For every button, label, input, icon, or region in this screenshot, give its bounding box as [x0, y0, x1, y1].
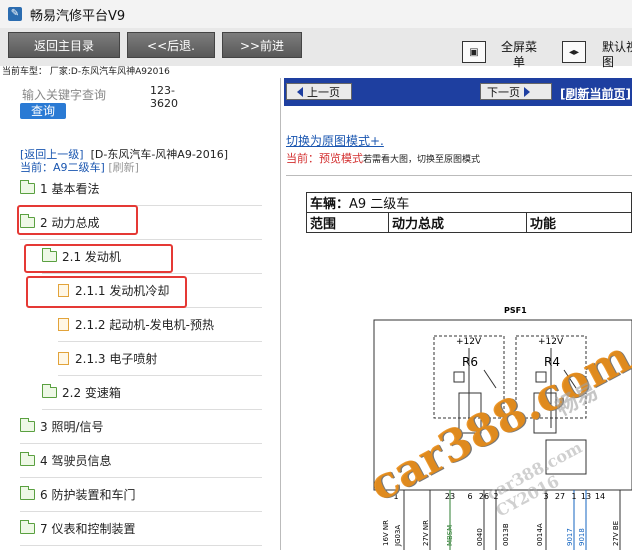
pin-label: 27	[555, 492, 565, 501]
forward-button[interactable]: >>前进	[222, 32, 302, 58]
tree-item[interactable]: 7 仪表和控制装置	[20, 512, 262, 546]
folder-icon	[20, 486, 35, 500]
wire-label: MBSM	[446, 525, 454, 546]
prev-page-button[interactable]: 上一页	[286, 83, 352, 100]
next-page-button[interactable]: 下一页	[480, 83, 552, 100]
up-link[interactable]: [返回上一级]	[20, 148, 84, 161]
breadcrumb-path: [D-东风汽车-风神A9-2016]	[90, 148, 229, 161]
highlight-box	[17, 205, 138, 235]
document-header-table: 车辆：A9 二级车 范围 动力总成 功能	[306, 192, 632, 233]
wire-label: 0013B	[502, 523, 510, 546]
app-title: 畅易汽修平台V9	[30, 8, 126, 24]
folder-icon	[42, 384, 57, 398]
app-icon: ✎	[8, 7, 22, 21]
pin-label: 14	[595, 492, 605, 501]
pin-label: 1	[571, 492, 576, 501]
title-bar: ✎ 畅易汽修平台V9	[0, 0, 632, 28]
document-icon	[58, 318, 69, 331]
tree-item[interactable]: 4 驾驶员信息	[20, 444, 262, 478]
back-button[interactable]: <<后退.	[127, 32, 215, 58]
tree-item[interactable]: 3 照明/信号	[20, 410, 262, 444]
switch-contact	[483, 369, 497, 389]
voltage-label: +12V	[538, 337, 564, 347]
current-mode: 当前：预览模式若需看大图，切换至原图模式	[286, 152, 481, 165]
relay-label: R6	[462, 355, 478, 369]
wire-label: 16V NR	[382, 520, 390, 546]
wire-label: JG03A	[394, 525, 402, 547]
tree-item[interactable]: 2.1.3 电子喷射	[58, 342, 262, 376]
folder-icon	[20, 418, 35, 432]
result-count: 123- 3620	[150, 84, 178, 110]
arrow-left-icon	[297, 86, 303, 97]
navigation-panel: 输入关键字查询 查询 123- 3620 [返回上一级] [D-东风汽车-风神A…	[0, 78, 281, 550]
viewer-navbar: 上一页 下一页 [刷新当前页]	[284, 78, 632, 106]
tree-item[interactable]: 1 基本看法	[20, 172, 262, 206]
home-button[interactable]: 返回主目录	[8, 32, 120, 58]
current-model: 当前车型： 厂家:D-东风汽车风神A92016	[2, 67, 170, 77]
vehicle-cell: 车辆：A9 二级车	[306, 192, 632, 213]
tree-item[interactable]: 2.1.2 起动机-发电机-预热	[58, 308, 262, 342]
fullscreen-icon[interactable]: ▣	[462, 41, 486, 63]
scope-cell: 范围	[306, 212, 389, 233]
pin-label: 6	[467, 492, 472, 501]
search-button[interactable]: 查询	[20, 103, 66, 119]
arrow-right-icon	[524, 86, 530, 97]
function-cell: 功能	[526, 212, 632, 233]
coil-symbol	[453, 371, 465, 383]
wire-label: 0040	[476, 528, 484, 546]
diagram-box-label: PSF1	[504, 306, 527, 315]
document-viewer: 上一页 下一页 [刷新当前页] 切换为原图模式+. 当前：预览模式若需看大图，切…	[284, 78, 632, 550]
folder-icon	[20, 180, 35, 194]
toolbar: 返回主目录 <<后退. >>前进 ▣ 全屏菜单 ◂▸ 默认视图	[0, 28, 632, 69]
default-view-icon[interactable]: ◂▸	[562, 41, 586, 63]
wire-label: 9018	[578, 528, 586, 546]
voltage-label: +12V	[456, 337, 482, 347]
highlight-box	[26, 276, 187, 308]
document-icon	[58, 352, 69, 365]
pin-label: 13	[581, 492, 591, 501]
divider	[286, 175, 632, 176]
search-input[interactable]: 输入关键字查询	[22, 86, 106, 103]
default-view-button[interactable]: 默认视图	[602, 40, 632, 70]
wire-label: 27V NR	[422, 520, 430, 546]
tree-item[interactable]: 6 防护装置和车门	[20, 478, 262, 512]
pin-label: 23	[445, 492, 455, 501]
refresh-page-link[interactable]: [刷新当前页]	[560, 85, 631, 102]
wire-label: 9017	[566, 528, 574, 546]
wire-label: 0014A	[536, 523, 544, 546]
wire-label: 27V BE	[612, 521, 620, 546]
system-cell: 动力总成	[388, 212, 527, 233]
switch-mode-link[interactable]: 切换为原图模式+.	[286, 132, 384, 149]
folder-icon	[20, 452, 35, 466]
highlight-box	[24, 244, 173, 273]
breadcrumb: [返回上一级] [D-东风汽车-风神A9-2016] 当前：A9二级车] [刷新…	[20, 148, 228, 174]
tree-item[interactable]: 2.2 变速箱	[42, 376, 262, 410]
fullscreen-menu-button[interactable]: 全屏菜单	[500, 40, 538, 70]
folder-icon	[20, 520, 35, 534]
